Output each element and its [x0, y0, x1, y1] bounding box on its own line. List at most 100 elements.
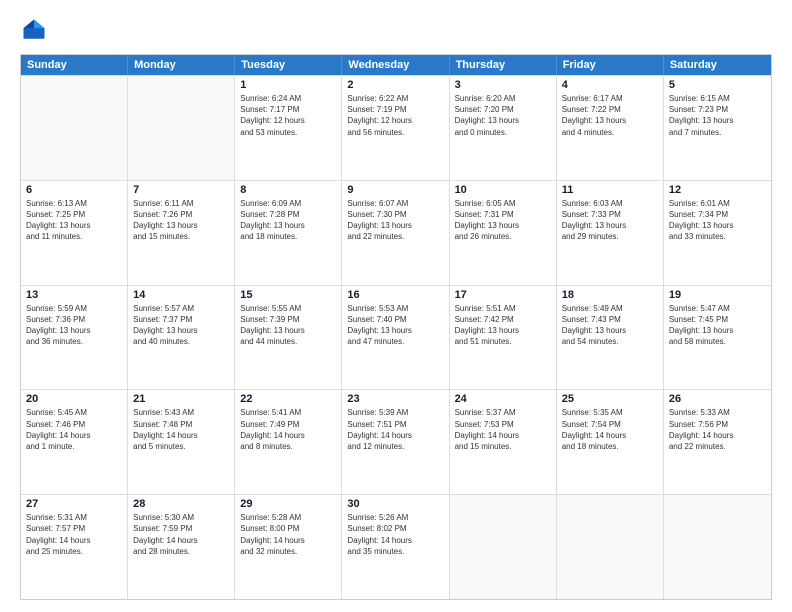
cell-line: Sunset: 7:43 PM	[562, 314, 658, 325]
table-row: 21Sunrise: 5:43 AMSunset: 7:48 PMDayligh…	[128, 390, 235, 494]
table-row	[664, 495, 771, 599]
cell-line: Sunset: 7:33 PM	[562, 209, 658, 220]
cell-line: Daylight: 14 hours	[347, 535, 443, 546]
day-number: 28	[133, 498, 229, 510]
cell-line: Sunset: 7:54 PM	[562, 419, 658, 430]
cell-line: Sunrise: 5:51 AM	[455, 303, 551, 314]
table-row: 23Sunrise: 5:39 AMSunset: 7:51 PMDayligh…	[342, 390, 449, 494]
cell-line: and 36 minutes.	[26, 336, 122, 347]
day-number: 1	[240, 79, 336, 91]
cell-line: Sunrise: 5:55 AM	[240, 303, 336, 314]
cell-line: Daylight: 14 hours	[347, 430, 443, 441]
cell-line: Sunrise: 6:15 AM	[669, 93, 766, 104]
cell-line: Sunrise: 5:57 AM	[133, 303, 229, 314]
cell-line: Sunset: 7:49 PM	[240, 419, 336, 430]
cell-line: and 15 minutes.	[455, 441, 551, 452]
day-number: 20	[26, 393, 122, 405]
cell-line: Daylight: 14 hours	[133, 430, 229, 441]
cell-line: and 15 minutes.	[133, 231, 229, 242]
cell-line: Sunset: 7:26 PM	[133, 209, 229, 220]
day-number: 19	[669, 289, 766, 301]
table-row: 13Sunrise: 5:59 AMSunset: 7:36 PMDayligh…	[21, 286, 128, 390]
header	[20, 16, 772, 44]
table-row: 6Sunrise: 6:13 AMSunset: 7:25 PMDaylight…	[21, 181, 128, 285]
cell-line: Daylight: 13 hours	[347, 325, 443, 336]
cell-line: and 58 minutes.	[669, 336, 766, 347]
cell-line: Daylight: 13 hours	[347, 220, 443, 231]
cell-line: and 12 minutes.	[347, 441, 443, 452]
cell-line: Sunrise: 6:20 AM	[455, 93, 551, 104]
cell-line: Sunrise: 5:35 AM	[562, 407, 658, 418]
calendar-header-row: SundayMondayTuesdayWednesdayThursdayFrid…	[21, 55, 771, 75]
cell-line: and 18 minutes.	[562, 441, 658, 452]
cell-line: and 29 minutes.	[562, 231, 658, 242]
cell-line: Sunrise: 5:43 AM	[133, 407, 229, 418]
cell-line: Sunset: 7:31 PM	[455, 209, 551, 220]
cell-line: Sunset: 7:22 PM	[562, 104, 658, 115]
cell-line: and 54 minutes.	[562, 336, 658, 347]
cell-line: Daylight: 14 hours	[26, 430, 122, 441]
cell-line: Sunset: 7:28 PM	[240, 209, 336, 220]
cell-line: Daylight: 13 hours	[26, 325, 122, 336]
cell-line: Sunrise: 5:45 AM	[26, 407, 122, 418]
cell-line: Daylight: 12 hours	[347, 115, 443, 126]
table-row: 19Sunrise: 5:47 AMSunset: 7:45 PMDayligh…	[664, 286, 771, 390]
cell-line: Sunrise: 6:05 AM	[455, 198, 551, 209]
cell-line: Sunrise: 6:07 AM	[347, 198, 443, 209]
cell-line: Daylight: 13 hours	[455, 220, 551, 231]
cell-line: Sunrise: 5:41 AM	[240, 407, 336, 418]
cell-line: Daylight: 13 hours	[133, 325, 229, 336]
cell-line: Sunrise: 6:13 AM	[26, 198, 122, 209]
cell-line: Sunrise: 5:31 AM	[26, 512, 122, 523]
cell-line: Daylight: 14 hours	[133, 535, 229, 546]
table-row: 3Sunrise: 6:20 AMSunset: 7:20 PMDaylight…	[450, 76, 557, 180]
cell-line: Sunrise: 6:22 AM	[347, 93, 443, 104]
table-row	[128, 76, 235, 180]
day-number: 13	[26, 289, 122, 301]
cell-line: Daylight: 13 hours	[240, 220, 336, 231]
logo	[20, 16, 52, 44]
table-row: 7Sunrise: 6:11 AMSunset: 7:26 PMDaylight…	[128, 181, 235, 285]
header-day-sunday: Sunday	[21, 55, 128, 75]
cell-line: Sunrise: 5:47 AM	[669, 303, 766, 314]
cell-line: Sunset: 7:59 PM	[133, 523, 229, 534]
day-number: 15	[240, 289, 336, 301]
cell-line: and 22 minutes.	[669, 441, 766, 452]
cell-line: and 18 minutes.	[240, 231, 336, 242]
cell-line: Sunrise: 5:26 AM	[347, 512, 443, 523]
table-row: 18Sunrise: 5:49 AMSunset: 7:43 PMDayligh…	[557, 286, 664, 390]
table-row: 26Sunrise: 5:33 AMSunset: 7:56 PMDayligh…	[664, 390, 771, 494]
day-number: 3	[455, 79, 551, 91]
table-row: 28 Sunrise: 5:30 AMSunset: 7:59 PMDayligh…	[128, 495, 235, 599]
cell-line: Daylight: 13 hours	[455, 325, 551, 336]
cell-line: Sunrise: 5:53 AM	[347, 303, 443, 314]
cell-line: Daylight: 13 hours	[26, 220, 122, 231]
cell-line: Sunset: 7:48 PM	[133, 419, 229, 430]
cell-line: and 44 minutes.	[240, 336, 336, 347]
logo-icon	[20, 16, 48, 44]
day-number: 18	[562, 289, 658, 301]
cell-line: Sunset: 7:36 PM	[26, 314, 122, 325]
cell-line: Daylight: 14 hours	[455, 430, 551, 441]
day-number: 10	[455, 184, 551, 196]
header-day-friday: Friday	[557, 55, 664, 75]
cell-line: Daylight: 12 hours	[240, 115, 336, 126]
day-number: 5	[669, 79, 766, 91]
day-number: 29	[240, 498, 336, 510]
table-row: 16Sunrise: 5:53 AMSunset: 7:40 PMDayligh…	[342, 286, 449, 390]
cell-line: and 26 minutes.	[455, 231, 551, 242]
cell-line: and 7 minutes.	[669, 127, 766, 138]
day-number: 6	[26, 184, 122, 196]
cell-line: and 8 minutes.	[240, 441, 336, 452]
cell-line: Sunrise: 5:30 AM	[133, 512, 229, 523]
day-number: 25	[562, 393, 658, 405]
header-day-saturday: Saturday	[664, 55, 771, 75]
cell-line: Sunrise: 6:03 AM	[562, 198, 658, 209]
cell-line: Sunset: 7:23 PM	[669, 104, 766, 115]
cell-line: Daylight: 13 hours	[562, 325, 658, 336]
cell-line: Daylight: 13 hours	[240, 325, 336, 336]
table-row: 5Sunrise: 6:15 AMSunset: 7:23 PMDaylight…	[664, 76, 771, 180]
cell-line: Sunset: 7:57 PM	[26, 523, 122, 534]
cell-line: Daylight: 13 hours	[669, 325, 766, 336]
cell-line: Daylight: 13 hours	[133, 220, 229, 231]
